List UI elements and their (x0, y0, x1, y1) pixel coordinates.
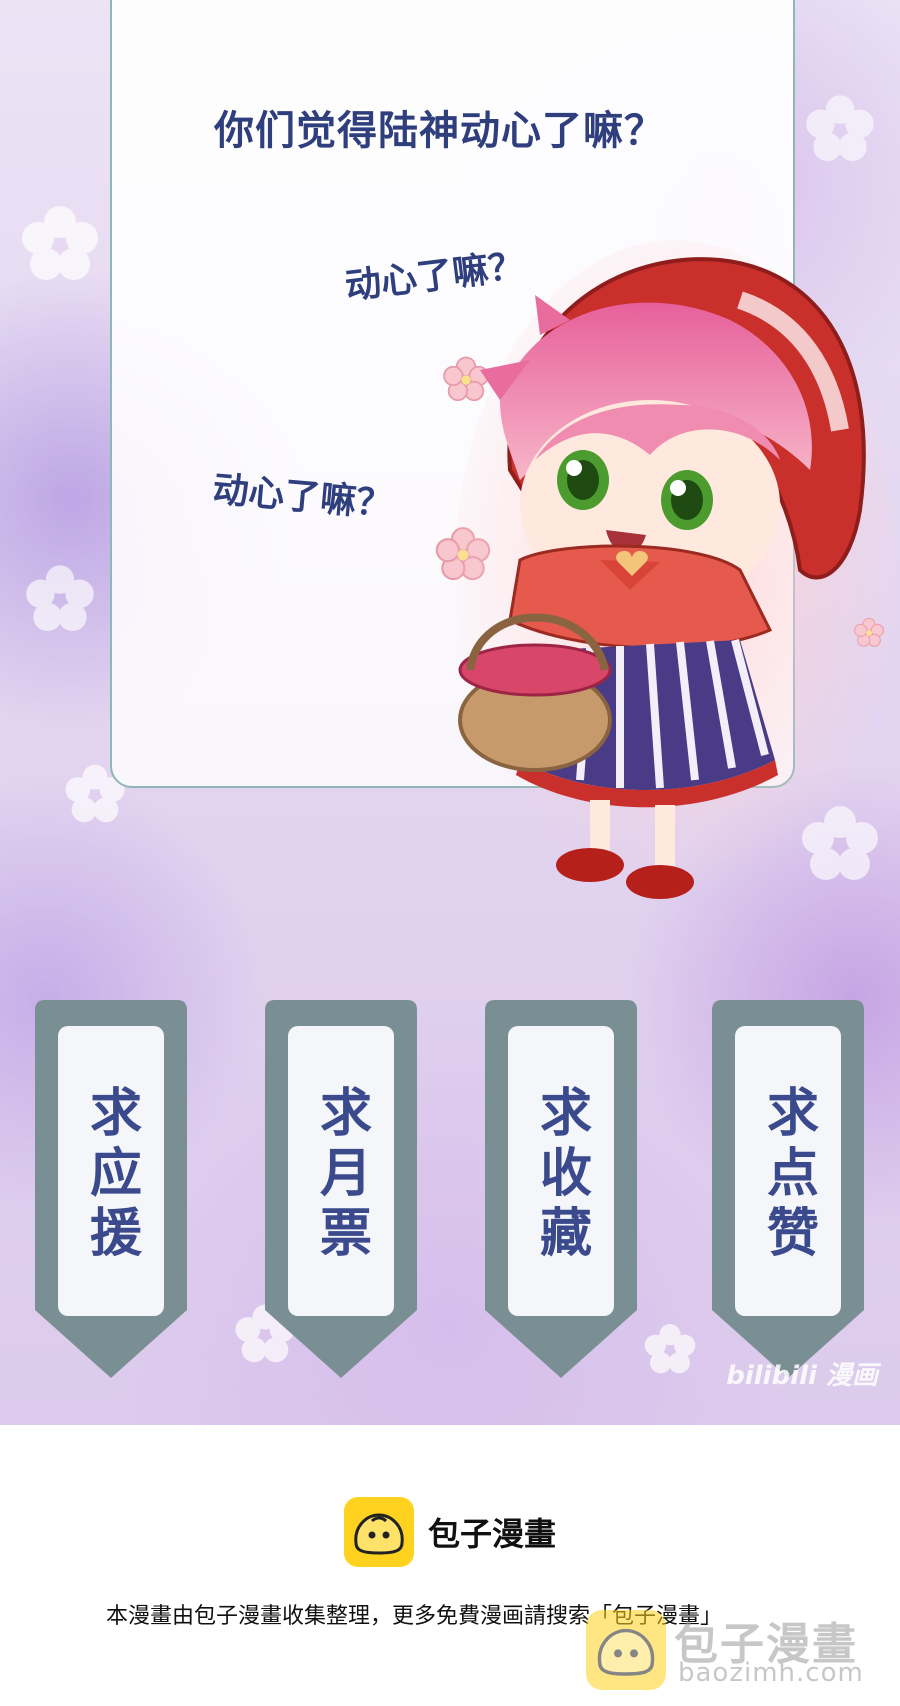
tag-label: 求应援 (80, 1085, 142, 1265)
tag-monthly-ticket[interactable]: 求月票 (265, 1000, 417, 1380)
bilibili-watermark: bilibili 漫画 (726, 1361, 878, 1391)
flower-icon (806, 95, 874, 162)
comic-panel: 你们觉得陆神动心了嘛？ 动心了嘛？ 动心了嘛？ 求应援 求月票 求收藏 求点赞 … (0, 0, 900, 1425)
chibi-character-illustration (455, 240, 895, 900)
brand[interactable]: 包子漫畫 (344, 1497, 556, 1567)
dialogue-question: 你们觉得陆神动心了嘛？ (214, 107, 665, 154)
tag-favorite[interactable]: 求收藏 (485, 1000, 637, 1380)
tag-label: 求点赞 (757, 1085, 819, 1265)
brand-name: 包子漫畫 (428, 1515, 557, 1553)
site-watermark: 包子漫畫 baozimh.com (586, 1600, 886, 1700)
flower-icon (644, 1324, 696, 1374)
tag-like[interactable]: 求点赞 (712, 1000, 864, 1380)
tag-label: 求收藏 (530, 1085, 592, 1265)
tag-label: 求月票 (310, 1085, 372, 1265)
flower-icon (26, 565, 94, 632)
tag-support[interactable]: 求应援 (35, 1000, 187, 1380)
site-watermark-domain: baozimh.com (678, 1658, 864, 1688)
flower-icon (22, 206, 98, 280)
bun-logo-icon (586, 1610, 666, 1690)
bun-logo-icon (344, 1497, 414, 1567)
